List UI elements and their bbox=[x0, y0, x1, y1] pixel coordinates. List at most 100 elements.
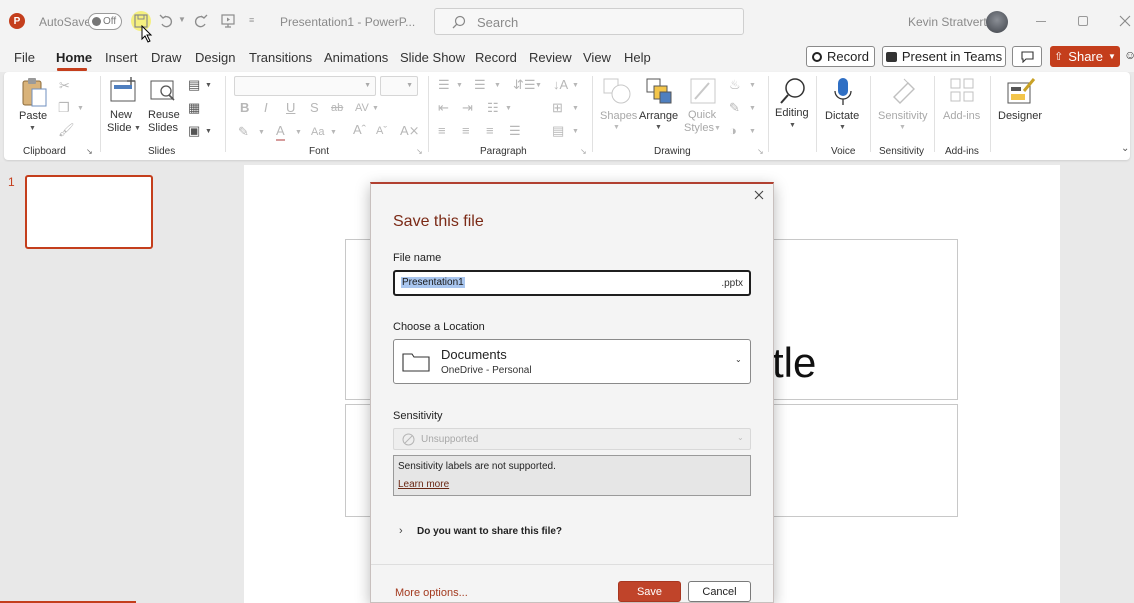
font-size-combo[interactable]: ▼ bbox=[380, 76, 418, 96]
tab-view[interactable]: View bbox=[583, 50, 611, 65]
drawing-launcher-icon[interactable]: ↘ bbox=[757, 147, 764, 156]
arrange-button[interactable]: Arrange ▼ bbox=[638, 77, 680, 135]
save-button[interactable]: Save bbox=[618, 581, 681, 602]
text-direction-icon[interactable]: ↓A bbox=[553, 77, 568, 93]
strikethrough-icon[interactable]: ab bbox=[331, 100, 343, 116]
tab-home[interactable]: Home bbox=[56, 50, 92, 65]
chevron-down-icon[interactable]: ▼ bbox=[535, 78, 542, 94]
tab-insert[interactable]: Insert bbox=[105, 50, 138, 65]
font-name-combo[interactable]: ▼ bbox=[234, 76, 376, 96]
record-button[interactable]: Record bbox=[806, 46, 875, 67]
underline-icon[interactable]: U bbox=[286, 100, 295, 116]
more-options-link[interactable]: More options... bbox=[395, 587, 468, 599]
clear-formatting-icon[interactable]: A⨯ bbox=[400, 123, 420, 139]
justify-icon[interactable]: ☰ bbox=[509, 123, 521, 139]
bullets-icon[interactable]: ☰ bbox=[438, 77, 450, 93]
decrease-font-icon[interactable]: Aˇ bbox=[376, 123, 387, 139]
redo-icon[interactable] bbox=[193, 13, 209, 29]
numbering-icon[interactable]: ☰ bbox=[474, 77, 486, 93]
search-box[interactable]: Search bbox=[434, 8, 744, 35]
restore-icon[interactable] bbox=[1078, 16, 1088, 26]
tab-transitions[interactable]: Transitions bbox=[249, 50, 312, 65]
font-launcher-icon[interactable]: ↘ bbox=[416, 147, 423, 156]
undo-icon[interactable] bbox=[158, 13, 174, 29]
line-spacing-icon[interactable]: ⇵☰ bbox=[513, 77, 536, 93]
shapes-button[interactable]: Shapes ▼ bbox=[598, 77, 637, 135]
dictate-button[interactable]: Dictate ▼ bbox=[822, 77, 864, 135]
highlight-icon[interactable]: ✎ bbox=[238, 124, 249, 140]
section-icon[interactable]: ▣ bbox=[188, 123, 200, 139]
quick-styles-button[interactable]: Quick Styles ▼ bbox=[684, 77, 722, 137]
customize-toolbar-icon[interactable]: ≡ bbox=[249, 15, 254, 25]
shadow-icon[interactable]: S bbox=[310, 100, 319, 116]
shape-effects-icon[interactable]: ◑ bbox=[729, 123, 737, 139]
tab-file[interactable]: File bbox=[14, 50, 35, 65]
chevron-down-icon[interactable]: ▼ bbox=[572, 101, 579, 117]
align-left-icon[interactable]: ≡ bbox=[438, 123, 446, 139]
align-right-icon[interactable]: ≡ bbox=[486, 123, 494, 139]
section-dropdown-icon[interactable]: ▼ bbox=[205, 124, 212, 140]
increase-indent-icon[interactable]: ⇥ bbox=[462, 100, 473, 116]
location-dropdown[interactable]: Documents OneDrive - Personal ⌄ bbox=[393, 339, 751, 384]
chevron-down-icon[interactable]: ▼ bbox=[749, 101, 756, 117]
layout-icon[interactable]: ▤ bbox=[188, 77, 200, 93]
start-presentation-icon[interactable] bbox=[220, 13, 236, 29]
new-slide-button[interactable]: New Slide ▼ bbox=[106, 77, 141, 137]
cancel-button[interactable]: Cancel bbox=[688, 581, 751, 602]
chevron-down-icon[interactable]: ▼ bbox=[494, 78, 501, 94]
avatar[interactable] bbox=[986, 11, 1008, 33]
close-icon[interactable] bbox=[754, 190, 764, 200]
present-in-teams-button[interactable]: Present in Teams bbox=[882, 46, 1006, 67]
chevron-down-icon[interactable]: ▼ bbox=[330, 125, 337, 141]
smartart-icon[interactable]: ▤ bbox=[552, 123, 564, 139]
collapse-ribbon-icon[interactable]: ⌄ bbox=[1121, 143, 1129, 154]
user-icon[interactable]: ☺ bbox=[1124, 48, 1134, 62]
decrease-indent-icon[interactable]: ⇤ bbox=[438, 100, 449, 116]
reset-icon[interactable]: ▦ bbox=[188, 100, 200, 116]
clipboard-launcher-icon[interactable]: ↘ bbox=[86, 147, 93, 156]
align-center-icon[interactable]: ≡ bbox=[462, 123, 470, 139]
paste-button[interactable]: Paste ▼ bbox=[16, 77, 50, 135]
slide-thumbnail[interactable] bbox=[25, 175, 153, 249]
close-window-icon[interactable] bbox=[1119, 15, 1131, 27]
add-ins-button[interactable]: Add-ins bbox=[940, 77, 984, 135]
layout-dropdown-icon[interactable]: ▼ bbox=[205, 78, 212, 94]
reuse-slides-button[interactable]: Reuse Slides bbox=[146, 77, 180, 137]
minimize-icon[interactable] bbox=[1036, 21, 1046, 22]
tab-review[interactable]: Review bbox=[529, 50, 572, 65]
align-text-icon[interactable]: ⊞ bbox=[552, 100, 563, 116]
undo-dropdown-icon[interactable]: ▼ bbox=[178, 15, 186, 24]
chevron-down-icon[interactable]: ▼ bbox=[572, 124, 579, 140]
columns-icon[interactable]: ☷ bbox=[487, 100, 499, 116]
increase-font-icon[interactable]: Aˆ bbox=[353, 122, 366, 138]
chevron-down-icon[interactable]: ▼ bbox=[749, 78, 756, 94]
font-color-icon[interactable]: A bbox=[276, 123, 285, 141]
shape-fill-icon[interactable]: ♨ bbox=[729, 77, 741, 93]
chevron-down-icon[interactable]: ▼ bbox=[258, 125, 265, 141]
copy-icon[interactable]: ❐ bbox=[58, 100, 70, 116]
comments-button[interactable] bbox=[1012, 46, 1042, 67]
sensitivity-button[interactable]: Sensitivity ▼ bbox=[875, 77, 929, 135]
tab-design[interactable]: Design bbox=[195, 50, 235, 65]
tab-animations[interactable]: Animations bbox=[324, 50, 388, 65]
share-expander[interactable]: › Do you want to share this file? bbox=[393, 522, 751, 542]
share-button[interactable]: ⇧ Share ▼ bbox=[1050, 46, 1120, 67]
cut-icon[interactable]: ✂ bbox=[59, 78, 70, 94]
chevron-down-icon[interactable]: ▼ bbox=[749, 124, 756, 140]
editing-button[interactable]: Editing ▼ bbox=[773, 77, 813, 135]
tab-help[interactable]: Help bbox=[624, 50, 651, 65]
paragraph-launcher-icon[interactable]: ↘ bbox=[580, 147, 587, 156]
copy-dropdown-icon[interactable]: ▼ bbox=[77, 101, 84, 117]
chevron-down-icon[interactable]: ▼ bbox=[295, 125, 302, 141]
file-name-input[interactable]: Presentation1 .pptx bbox=[393, 270, 751, 296]
tab-slide-show[interactable]: Slide Show bbox=[400, 50, 465, 65]
designer-button[interactable]: Designer bbox=[996, 77, 1046, 135]
tab-draw[interactable]: Draw bbox=[151, 50, 181, 65]
autosave-toggle[interactable]: Off bbox=[88, 13, 122, 30]
chevron-down-icon[interactable]: ▼ bbox=[372, 101, 379, 117]
learn-more-link[interactable]: Learn more bbox=[398, 479, 449, 490]
chevron-down-icon[interactable]: ▼ bbox=[572, 78, 579, 94]
bold-icon[interactable]: B bbox=[240, 100, 249, 116]
italic-icon[interactable]: I bbox=[264, 100, 268, 116]
chevron-down-icon[interactable]: ▼ bbox=[505, 101, 512, 117]
